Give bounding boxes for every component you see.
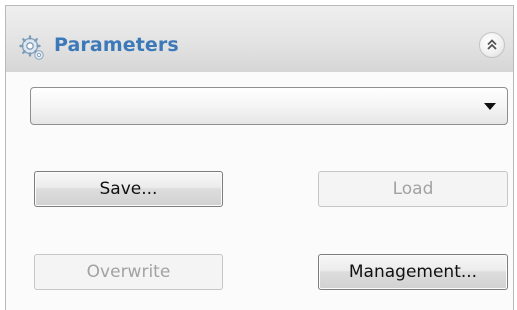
save-button[interactable]: Save... <box>34 171 223 207</box>
parameters-panel: Parameters Save... Load Overwrite Manage… <box>5 5 514 310</box>
overwrite-button[interactable]: Overwrite <box>34 254 223 290</box>
management-button[interactable]: Management... <box>318 254 508 290</box>
panel-header: Parameters <box>6 6 513 72</box>
chevron-down-icon <box>484 103 496 110</box>
load-button[interactable]: Load <box>318 171 508 207</box>
collapse-button[interactable] <box>479 32 505 58</box>
double-chevron-up-icon <box>487 39 497 50</box>
gear-icon <box>18 34 46 62</box>
parameter-set-dropdown[interactable] <box>30 87 508 125</box>
panel-title: Parameters <box>54 34 179 56</box>
